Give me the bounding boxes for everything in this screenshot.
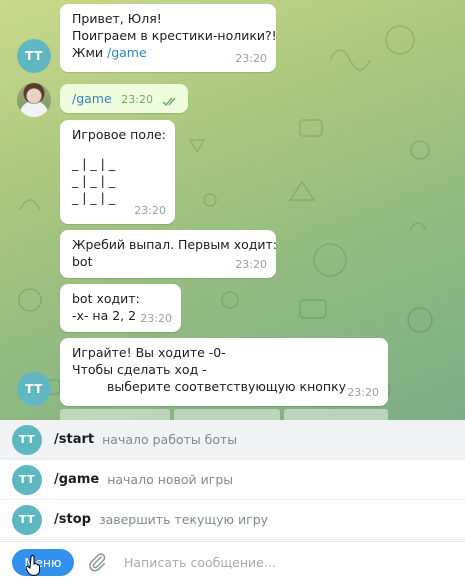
- message-time: 23:20: [347, 386, 379, 399]
- command-name: /start: [54, 432, 95, 447]
- bot-avatar-initials: TT: [18, 433, 36, 446]
- command-description: завершить текущую игру: [98, 512, 269, 527]
- message-line: Игровое поле:: [72, 127, 166, 142]
- bot-avatar: TT: [12, 504, 42, 535]
- message-bubble: bot ходит: -x- на 2, 2 23:20: [60, 284, 181, 332]
- command-suggestions-panel: TT /start начало работы боты TT /game на…: [0, 420, 465, 540]
- bot-avatar-initials: TT: [18, 473, 36, 486]
- message-bubble: Привет, Юля! Поиграем в крестики-нолики?…: [60, 4, 277, 72]
- message-bubble: Игровое поле: _ | _ | _ _ | _ | _ _ | _ …: [60, 120, 175, 224]
- game-board-row: _ | _ | _: [72, 173, 116, 188]
- user-avatar[interactable]: [17, 83, 51, 117]
- message-time: 23:20: [140, 312, 172, 325]
- message-line: Привет, Юля!: [72, 11, 162, 26]
- bot-avatar-initials: TT: [25, 49, 43, 63]
- double-check-icon: [162, 97, 176, 107]
- command-description: начало работы боты: [102, 432, 238, 447]
- message-time: 23:20: [235, 52, 267, 65]
- message-bubble-outgoing: /game 23:20: [60, 84, 188, 113]
- message-line: Чтобы сделать ход -: [72, 362, 207, 377]
- message-line: Поиграем в крестики-нолики?!: [72, 28, 277, 43]
- bot-avatar[interactable]: TT: [17, 372, 51, 406]
- message-time: 23:20: [121, 93, 153, 106]
- menu-button[interactable]: Меню: [12, 549, 74, 576]
- message-time: 23:20: [235, 258, 267, 271]
- game-command-link[interactable]: /game: [107, 45, 147, 60]
- inline-keyboard-edge: [60, 409, 170, 420]
- game-board-row: _ | _ | _: [72, 156, 116, 171]
- message-line: выберите соответствующую кнопку: [107, 379, 347, 394]
- bot-avatar-initials: TT: [18, 513, 36, 526]
- message-line: [72, 143, 165, 155]
- command-item-game[interactable]: TT /game начало новой игры: [0, 460, 465, 500]
- message-bubble: Играйте! Вы ходите -0- Чтобы сделать ход…: [60, 338, 388, 406]
- command-name: /game: [54, 472, 100, 487]
- command-name: /stop: [54, 512, 91, 527]
- bot-avatar-initials: TT: [25, 382, 43, 396]
- message-line: bot ходит:: [72, 291, 140, 306]
- message-time: 23:20: [134, 204, 166, 217]
- message-input[interactable]: [124, 552, 444, 572]
- bot-avatar: TT: [12, 424, 42, 455]
- bot-avatar: TT: [12, 464, 42, 495]
- message-line: Играйте! Вы ходите -0-: [72, 345, 226, 360]
- command-item-start[interactable]: TT /start начало работы боты: [0, 420, 465, 460]
- bot-avatar[interactable]: TT: [17, 39, 51, 73]
- message-text: Жми: [72, 45, 107, 60]
- message-input-bar: Меню: [0, 541, 465, 581]
- inline-keyboard-edge: [284, 409, 388, 420]
- command-item-stop[interactable]: TT /stop завершить текущую игру: [0, 500, 465, 540]
- message-line: Жребий выпал. Первым ходит:: [72, 237, 277, 252]
- message-bubble: Жребий выпал. Первым ходит: bot 23:20: [60, 230, 277, 278]
- paperclip-icon[interactable]: [86, 551, 108, 573]
- inline-keyboard-edge: [174, 409, 280, 420]
- command-description: начало новой игры: [107, 472, 234, 487]
- hand-cursor-icon: [26, 555, 40, 576]
